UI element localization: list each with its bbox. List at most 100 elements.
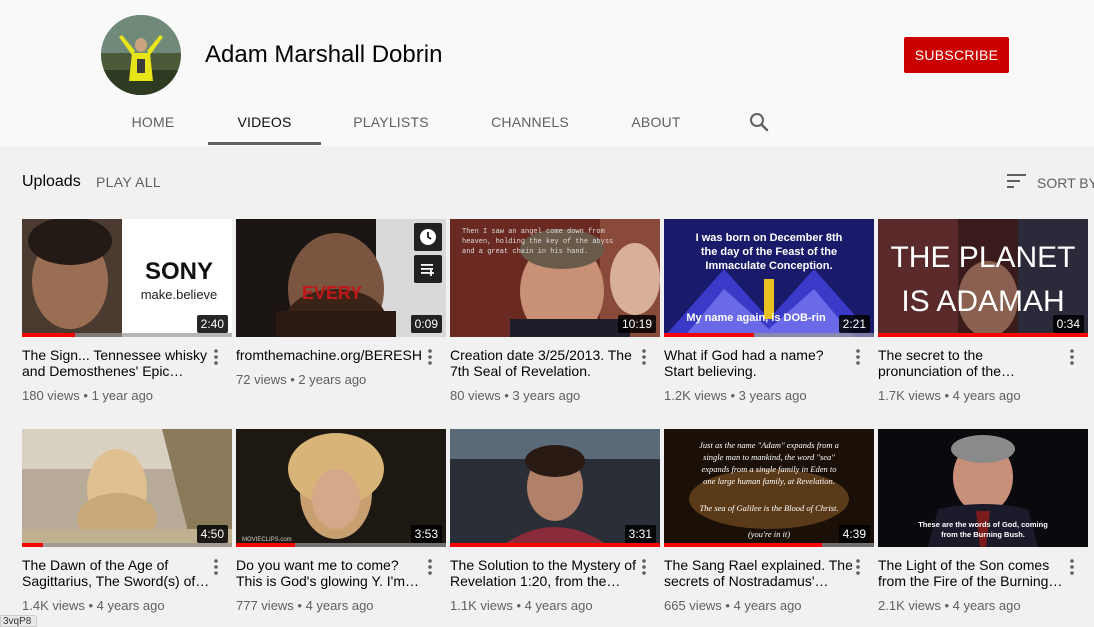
thumb-caption: THE PLANET xyxy=(890,241,1075,274)
thumb-caption: and a great chain in his hand. xyxy=(462,248,588,256)
tab-videos[interactable]: VIDEOS xyxy=(208,103,321,145)
video-card: MOVIECLIPS.com 3:53 Do you want me to co… xyxy=(236,429,446,613)
thumb-caption: expands from a single family in Eden to xyxy=(702,464,837,474)
video-card: THE PLANET IS ADAMAH 0:34 The secret to … xyxy=(878,219,1088,403)
video-duration: 4:39 xyxy=(838,525,870,543)
more-vert-icon[interactable] xyxy=(850,557,866,577)
thumb-caption: These are the words of God, coming xyxy=(918,520,1048,529)
video-card: Just as the name "Adam" expands from a s… xyxy=(664,429,874,613)
video-title[interactable]: The Sign... Tennessee whisky and Demosth… xyxy=(22,347,212,379)
video-card: SONY make.believe 2:40 The Sign... Tenne… xyxy=(22,219,232,403)
video-duration: 4:50 xyxy=(196,525,228,543)
thumb-caption: My name again, is DOB-rin xyxy=(686,312,826,324)
video-meta: 1.4K views • 4 years ago xyxy=(22,598,165,613)
subscribe-button[interactable]: SUBSCRIBE xyxy=(904,37,1009,73)
thumb-caption: EVERY xyxy=(302,283,362,303)
video-meta: 1.2K views • 3 years ago xyxy=(664,388,807,403)
sort-icon xyxy=(1006,172,1028,193)
thumb-caption: I was born on December 8th xyxy=(696,232,843,244)
video-duration: 10:19 xyxy=(617,315,656,333)
video-title[interactable]: fromthemachine.org/BERESH xyxy=(236,347,426,363)
thumb-caption: SONY xyxy=(145,258,213,285)
tab-home[interactable]: HOME xyxy=(118,103,188,145)
video-meta: 777 views • 4 years ago xyxy=(236,598,374,613)
more-vert-icon[interactable] xyxy=(422,347,438,367)
more-vert-icon[interactable] xyxy=(1064,347,1080,367)
video-title[interactable]: The secret to the pronunciation of the… xyxy=(878,347,1068,379)
video-thumbnail[interactable]: Just as the name "Adam" expands from a s… xyxy=(664,429,874,547)
video-duration: 0:34 xyxy=(1052,315,1084,333)
watch-progress xyxy=(22,333,232,337)
watch-progress xyxy=(450,543,660,547)
video-card: 3:31 The Solution to the Mystery of Reve… xyxy=(450,429,660,613)
video-duration: 0:09 xyxy=(410,315,442,333)
search-icon[interactable] xyxy=(747,110,771,134)
video-card: I was born on December 8th the day of th… xyxy=(664,219,874,403)
video-thumbnail[interactable]: 4:50 xyxy=(22,429,232,547)
queue-icon[interactable] xyxy=(414,255,442,283)
video-title[interactable]: Creation date 3/25/2013. The 7th Seal of… xyxy=(450,347,640,379)
video-duration: 2:40 xyxy=(196,315,228,333)
play-all-button[interactable]: PLAY ALL xyxy=(96,174,161,190)
tab-channels[interactable]: CHANNELS xyxy=(478,103,582,145)
watch-progress xyxy=(878,333,1088,337)
tab-about[interactable]: ABOUT xyxy=(620,103,692,145)
thumb-caption: Then I saw an angel come down from xyxy=(462,228,605,236)
thumb-caption: one large human family, at Revelation. xyxy=(703,476,835,486)
video-thumbnail[interactable]: EVERY 0:09 xyxy=(236,219,446,337)
video-title[interactable]: The Dawn of the Age of Sagittarius, The … xyxy=(22,557,212,589)
status-bar: 3vqP8 xyxy=(0,615,37,627)
video-card: EVERY 0:09 fromthemachine.org/BERESH 72 … xyxy=(236,219,446,387)
watch-progress xyxy=(22,543,232,547)
thumb-caption: IS ADAMAH xyxy=(901,285,1064,318)
more-vert-icon[interactable] xyxy=(636,557,652,577)
video-title[interactable]: The Light of the Son comes from the Fire… xyxy=(878,557,1068,589)
thumb-caption: the day of the Feast of the xyxy=(701,246,837,258)
more-vert-icon[interactable] xyxy=(850,347,866,367)
channel-avatar[interactable] xyxy=(101,15,181,95)
video-title[interactable]: Do you want me to come? This is God's gl… xyxy=(236,557,426,589)
video-thumbnail[interactable]: THE PLANET IS ADAMAH 0:34 xyxy=(878,219,1088,337)
video-thumbnail[interactable]: I was born on December 8th the day of th… xyxy=(664,219,874,337)
tab-playlists[interactable]: PLAYLISTS xyxy=(341,103,441,145)
more-vert-icon[interactable] xyxy=(208,347,224,367)
watch-progress xyxy=(236,543,446,547)
video-meta: 180 views • 1 year ago xyxy=(22,388,154,403)
sort-by-button[interactable]: SORT BY xyxy=(1006,172,1094,193)
more-vert-icon[interactable] xyxy=(1064,557,1080,577)
video-meta: 72 views • 2 years ago xyxy=(236,372,367,387)
thumb-caption: (you're in it) xyxy=(748,529,790,539)
thumb-caption: Just as the name "Adam" expands from a xyxy=(699,440,839,450)
video-title[interactable]: The Sang Rael explained. The secrets of … xyxy=(664,557,854,589)
video-thumbnail[interactable]: SONY make.believe 2:40 xyxy=(22,219,232,337)
video-thumbnail[interactable]: 3:31 xyxy=(450,429,660,547)
video-thumbnail[interactable]: Then I saw an angel come down from heave… xyxy=(450,219,660,337)
channel-name: Adam Marshall Dobrin xyxy=(205,41,443,68)
sort-by-label: SORT BY xyxy=(1037,174,1094,191)
video-meta: 2.1K views • 4 years ago xyxy=(878,598,1021,613)
watch-progress xyxy=(664,543,874,547)
thumb-caption: Immaculate Conception. xyxy=(705,260,832,272)
thumb-caption: heaven, holding the key of the abyss xyxy=(462,238,613,246)
video-title[interactable]: The Solution to the Mystery of Revelatio… xyxy=(450,557,640,589)
video-meta: 80 views • 3 years ago xyxy=(450,388,581,403)
more-vert-icon[interactable] xyxy=(636,347,652,367)
video-card: Then I saw an angel come down from heave… xyxy=(450,219,660,403)
video-title[interactable]: What if God had a name? Start believing. xyxy=(664,347,854,379)
video-meta: 1.7K views • 4 years ago xyxy=(878,388,1021,403)
video-meta: 665 views • 4 years ago xyxy=(664,598,802,613)
watch-progress xyxy=(664,333,874,337)
video-duration: 3:31 xyxy=(624,525,656,543)
video-thumbnail[interactable]: These are the words of God, coming from … xyxy=(878,429,1088,547)
thumb-caption: make.believe xyxy=(141,287,218,302)
thumb-caption: from the Burning Bush. xyxy=(941,530,1025,539)
video-card: 4:50 The Dawn of the Age of Sagittarius,… xyxy=(22,429,232,613)
more-vert-icon[interactable] xyxy=(208,557,224,577)
video-card: These are the words of God, coming from … xyxy=(878,429,1088,613)
video-thumbnail[interactable]: MOVIECLIPS.com 3:53 xyxy=(236,429,446,547)
more-vert-icon[interactable] xyxy=(422,557,438,577)
section-title: Uploads xyxy=(22,173,81,190)
thumb-caption: The sea of Galilee is the Blood of Chris… xyxy=(699,503,838,513)
clock-icon[interactable] xyxy=(414,223,442,251)
video-duration: 3:53 xyxy=(410,525,442,543)
